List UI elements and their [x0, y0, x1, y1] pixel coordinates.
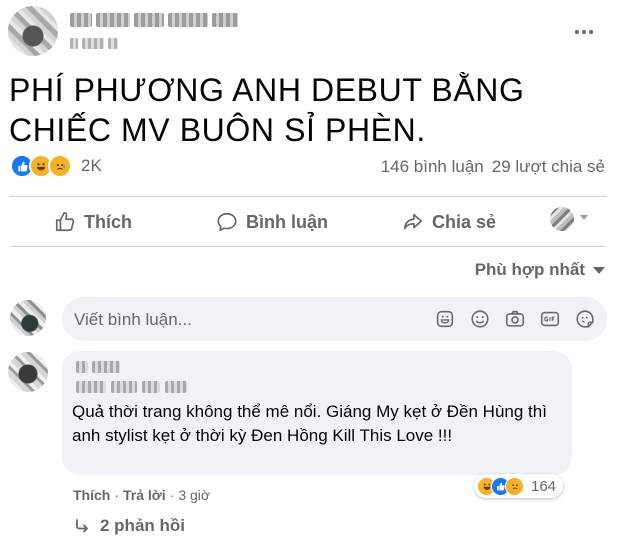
- share-button[interactable]: Chia sẻ: [402, 203, 496, 241]
- post-stats: 146 bình luận 29 lượt chia sẻ: [381, 157, 605, 177]
- share-as-avatar[interactable]: [550, 207, 574, 231]
- comments-count-link[interactable]: 146 bình luận: [381, 157, 484, 177]
- comment-input[interactable]: [72, 297, 416, 343]
- separator: ·: [114, 487, 120, 503]
- comment-sort-dropdown[interactable]: Phù hợp nhất: [475, 260, 605, 280]
- reaction-count: 2K: [81, 156, 102, 175]
- post-meta-redacted: [70, 38, 118, 49]
- view-replies-link[interactable]: 2 phản hồi: [74, 516, 185, 536]
- sticker-icon[interactable]: [433, 307, 457, 331]
- more-dots-icon[interactable]: [572, 20, 596, 44]
- author-name-redacted[interactable]: [70, 13, 238, 27]
- comment-time[interactable]: 3 giờ: [178, 487, 210, 503]
- comment-button[interactable]: Bình luận: [216, 203, 328, 241]
- replies-label: 2 phản hồi: [100, 516, 185, 535]
- comment-reply-link[interactable]: Trả lời: [123, 487, 166, 503]
- speech-bubble-icon: [217, 212, 237, 232]
- commenter-avatar[interactable]: [8, 352, 48, 392]
- share-button-label: Chia sẻ: [432, 211, 497, 232]
- avatar-sticker-icon[interactable]: [573, 307, 597, 331]
- reaction-summary[interactable]: 2K: [10, 154, 102, 178]
- camera-icon[interactable]: [503, 307, 527, 331]
- comment-bubble: Quả thời trang không thể mê nổi. Giáng M…: [62, 351, 572, 475]
- comment-sort-label: Phù hợp nhất: [474, 260, 585, 279]
- comment-like-link[interactable]: Thích: [73, 487, 110, 503]
- separator: ·: [169, 487, 175, 503]
- comment-composer: [62, 297, 607, 343]
- divider: [10, 196, 606, 197]
- share-as-chevron-icon[interactable]: [580, 215, 588, 220]
- comment-reaction-count: 164: [531, 477, 557, 495]
- sad-reaction-icon: [505, 476, 524, 496]
- commenter-name-redacted[interactable]: [76, 361, 120, 373]
- caret-down-icon: [593, 266, 605, 274]
- like-button[interactable]: Thích: [54, 203, 132, 241]
- gif-icon[interactable]: [538, 307, 562, 331]
- thumbs-up-icon: [55, 212, 75, 232]
- share-arrow-icon: [403, 213, 423, 230]
- author-avatar[interactable]: [8, 6, 58, 56]
- shares-count-link[interactable]: 29 lượt chia sẻ: [492, 157, 605, 177]
- smiley-icon[interactable]: [468, 307, 492, 331]
- post-text: PHÍ PHƯƠNG ANH DEBUT BẰNG CHIẾC MV BUÔN …: [9, 72, 525, 148]
- divider: [10, 246, 606, 247]
- comment-reactions[interactable]: 164: [474, 474, 564, 498]
- reply-arrow-icon: [76, 519, 88, 533]
- comment-text: Quả thời trang không thể mê nổi. Giáng M…: [72, 402, 547, 445]
- sad-reaction-icon: [48, 154, 72, 178]
- like-button-label: Thích: [84, 211, 132, 232]
- current-user-avatar[interactable]: [10, 300, 46, 336]
- comment-button-label: Bình luận: [246, 211, 328, 232]
- comment-actions: Thích · Trả lời · 3 giờ: [73, 487, 210, 503]
- commenter-meta-redacted: [76, 381, 187, 393]
